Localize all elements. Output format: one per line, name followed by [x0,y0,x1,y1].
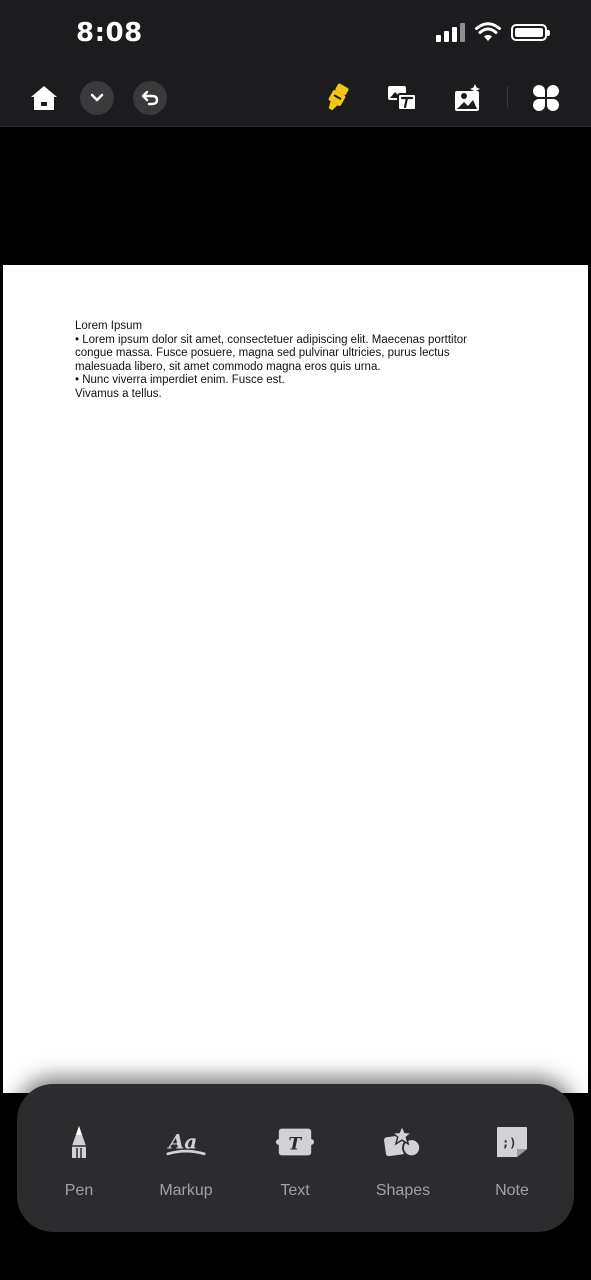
sticky-note-icon: ;) [492,1122,532,1162]
chevron-down-icon [90,93,104,102]
markup-tool[interactable]: Aa Markup [141,1122,231,1212]
status-time: 8:08 [76,18,143,48]
status-bar: 8:08 [0,0,591,70]
image-sparkle-button[interactable] [447,78,487,118]
cellular-signal-icon [436,22,465,42]
wifi-icon [475,22,501,41]
status-icons [436,22,550,42]
doc-line: Vivamus a tellus. [75,387,162,400]
apps-grid-button[interactable] [526,78,566,118]
highlighter-icon [328,83,349,111]
dropdown-button[interactable] [80,81,114,115]
image-text-button[interactable] [382,78,422,118]
pen-label: Pen [64,1182,94,1199]
note-tool[interactable]: ;) Note [467,1122,557,1212]
apps-grid-icon [533,85,559,111]
image-text-icon [388,86,417,111]
undo-icon [141,90,159,106]
note-label: Note [495,1182,529,1199]
text-box-icon: T [275,1122,315,1162]
image-sparkle-icon [455,84,480,111]
doc-line: • Nunc viverra imperdiet enim. Fusce est… [75,374,285,386]
doc-line: congue massa. Fusce posuere, magna sed p… [75,347,450,359]
highlighter-button[interactable] [317,78,357,118]
doc-line: • Lorem ipsum dolor sit amet, consectetu… [75,333,468,346]
svg-text:;): ;) [502,1136,516,1150]
undo-button[interactable] [133,81,167,115]
toolbar-divider [507,86,508,108]
text-label: Text [280,1182,310,1199]
home-icon [31,86,57,110]
doc-line: malesuada libero, sit amet commodo magna… [75,360,381,373]
svg-text:Aa: Aa [167,1129,197,1153]
pen-tool[interactable]: Pen [34,1122,124,1212]
top-toolbar [0,70,591,127]
document-text: Lorem Ipsum • Lorem ipsum dolor sit amet… [75,320,515,401]
pen-icon [59,1122,99,1162]
shapes-label: Shapes [375,1182,431,1199]
shapes-icon [383,1122,423,1162]
document-page[interactable]: Lorem Ipsum • Lorem ipsum dolor sit amet… [3,265,588,1093]
markup-icon: Aa [166,1122,206,1162]
doc-line: Lorem Ipsum [75,320,143,332]
text-tool[interactable]: T Text [250,1122,340,1212]
home-button[interactable] [24,78,64,118]
shapes-tool[interactable]: Shapes [358,1122,448,1212]
battery-icon [511,23,550,41]
markup-label: Markup [159,1182,213,1199]
tools-panel: Pen Aa Markup T Text Shapes ;) Note [17,1084,574,1232]
svg-text:T: T [288,1135,302,1155]
